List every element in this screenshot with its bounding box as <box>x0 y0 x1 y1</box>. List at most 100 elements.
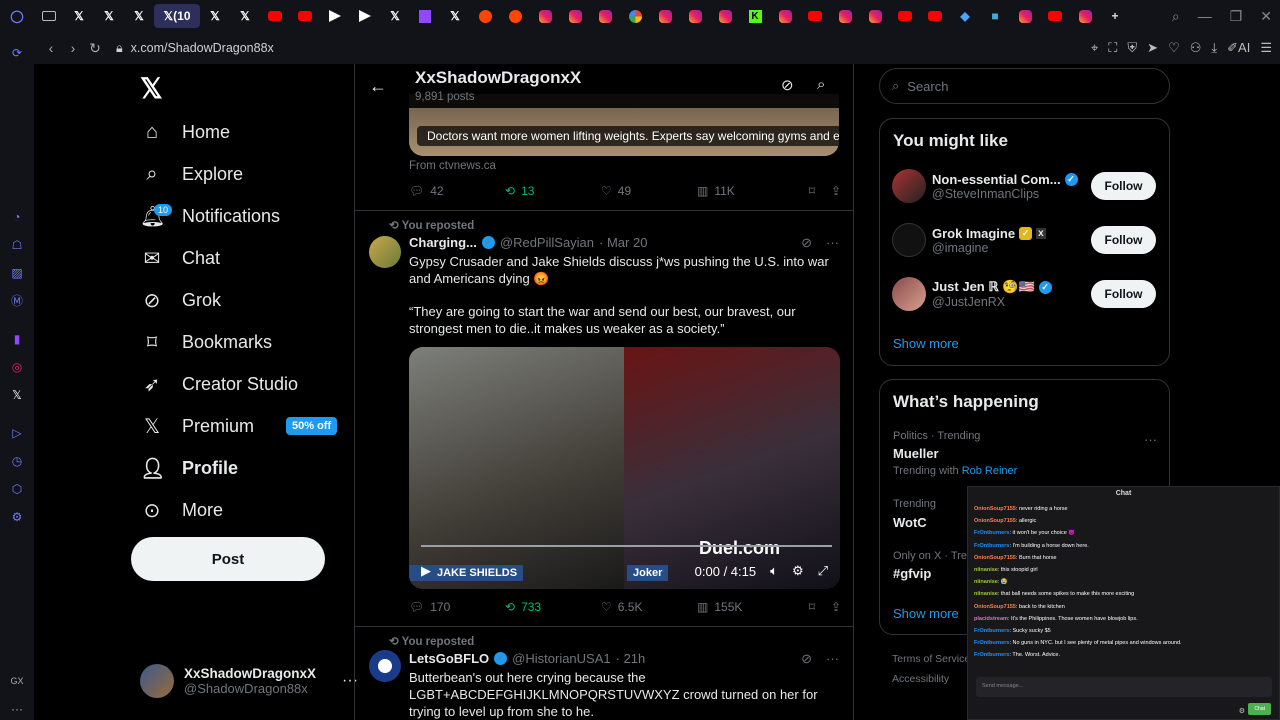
suggestion-item[interactable]: Grok Imagine ✓ x @imagine <box>892 223 1082 257</box>
tab-x[interactable]: 𝕏 <box>440 4 470 28</box>
gx-icon[interactable]: GX <box>10 674 24 688</box>
views-button[interactable]: ▥ 11K <box>697 184 793 198</box>
bookmark-icon[interactable]: ⌑ <box>809 184 815 198</box>
avatar[interactable] <box>369 236 401 268</box>
author-name[interactable]: Charging... <box>409 235 477 250</box>
video-progress-bar[interactable] <box>421 545 832 547</box>
tab-reddit[interactable] <box>500 4 530 28</box>
share-icon[interactable]: ⇪ <box>831 600 841 614</box>
tab-x[interactable]: 𝕏 <box>124 4 154 28</box>
tab-youtube[interactable] <box>290 4 320 28</box>
history-icon[interactable]: ◷ <box>10 454 24 468</box>
tab-instagram[interactable] <box>830 4 860 28</box>
heart-icon[interactable]: ♡ <box>1168 40 1180 56</box>
chat-username[interactable]: FrOntburners <box>974 530 1009 536</box>
tab-youtube[interactable] <box>920 4 950 28</box>
shield-icon[interactable]: ⛨ <box>1127 40 1137 56</box>
tab-instagram[interactable] <box>1070 4 1100 28</box>
tab-youtube[interactable] <box>1040 4 1070 28</box>
nav-creator-studio[interactable]: ➶ Creator Studio <box>140 364 298 404</box>
account-icon[interactable]: ⚇ <box>1190 40 1202 56</box>
reply-button[interactable]: 💬︎ 42 <box>409 184 505 198</box>
share-icon[interactable]: ⇪ <box>831 184 841 198</box>
rail-stripes-icon[interactable]: ▨ <box>10 266 24 280</box>
twitch-icon[interactable]: ▮ <box>10 332 24 346</box>
chat-username[interactable]: FrOntburners <box>974 640 1009 646</box>
fullscreen-icon[interactable]: ⤢ <box>818 563 828 579</box>
like-button[interactable]: ♡ 49 <box>601 184 697 198</box>
tab-kick[interactable]: K <box>740 4 770 28</box>
play-icon[interactable]: ▶ <box>421 563 431 579</box>
post-button[interactable]: Post <box>131 537 325 581</box>
chat-send-button[interactable]: Chat <box>1248 703 1271 715</box>
tab-mail[interactable] <box>34 4 64 28</box>
chat-username[interactable]: niinanise <box>974 591 998 597</box>
repost-button[interactable]: ⟲ 733 <box>505 600 601 614</box>
download-icon[interactable]: ⤓ <box>1211 40 1217 56</box>
forward-icon[interactable]: › <box>62 40 84 56</box>
nav-bookmarks[interactable]: ⌑ Bookmarks <box>140 322 272 362</box>
grok-icon[interactable]: ⊘ <box>801 651 812 667</box>
author-handle[interactable]: @HistorianUSA1 <box>512 651 610 666</box>
opera-gx-logo-icon[interactable]: ◯ <box>0 4 34 28</box>
show-more-link[interactable]: Show more <box>893 336 959 351</box>
suggestion-item[interactable]: Just Jen ℝ 🧐🇺🇸 ✓ @JustJenRX <box>892 277 1082 311</box>
player-icon[interactable]: ▷ <box>10 426 24 440</box>
nav-profile[interactable]: 👤︎ Profile <box>140 448 238 488</box>
more-horizontal-icon[interactable]: ··· <box>826 651 839 667</box>
tab-app[interactable]: ◆ <box>950 4 980 28</box>
chat-username[interactable]: FrOntburners <box>974 543 1009 549</box>
chat-username[interactable]: OnionSoup7155 <box>974 506 1016 512</box>
tab-app[interactable]: ■ <box>980 4 1010 28</box>
chat-username[interactable]: niinanise <box>974 579 998 585</box>
extensions-icon[interactable]: ⬡ <box>10 482 24 496</box>
tab-twitch[interactable] <box>410 4 440 28</box>
nav-more[interactable]: ⊙ More <box>140 490 223 530</box>
tab-instagram[interactable] <box>530 4 560 28</box>
tab-x-active[interactable]: 𝕏 (10 <box>154 4 200 28</box>
show-more-link[interactable]: Show more <box>893 606 959 621</box>
chat-username[interactable]: OnionSoup7155 <box>974 518 1016 524</box>
rail-clock-icon[interactable]: ◔ <box>10 210 24 224</box>
tab-red[interactable] <box>320 4 350 28</box>
x-icon[interactable]: 𝕏 <box>10 388 24 402</box>
views-button[interactable]: ▥ 155K <box>697 600 793 614</box>
chat-username[interactable]: FrOntburners <box>974 652 1009 658</box>
settings-icon[interactable]: ⚙ <box>792 563 804 579</box>
author-name[interactable]: LetsGoBFLO <box>409 651 489 666</box>
video-player[interactable]: Duel.com JAKE SHIELDS Joker ▶ 0:00 / 4:1… <box>409 347 840 589</box>
chat-username[interactable]: FrOntburners <box>974 628 1009 634</box>
tab-instagram[interactable] <box>590 4 620 28</box>
trend-related-link[interactable]: Rob Reiner <box>962 465 1018 477</box>
url-field[interactable]: 🔒︎ x.com/ShadowDragon88x <box>116 41 274 56</box>
avatar[interactable] <box>369 650 401 682</box>
follow-button[interactable]: Follow <box>1091 280 1156 308</box>
more-horizontal-icon[interactable]: ··· <box>826 235 839 251</box>
grok-icon[interactable]: ⊘ <box>781 76 794 94</box>
chat-username[interactable]: OnionSoup7155 <box>974 555 1016 561</box>
tab-youtube[interactable] <box>890 4 920 28</box>
tab-instagram[interactable] <box>560 4 590 28</box>
nav-home[interactable]: ⌂ Home <box>140 112 230 152</box>
instagram-icon[interactable]: ◎ <box>10 360 24 374</box>
settings-icon[interactable]: ⚙ <box>10 510 24 524</box>
send-icon[interactable]: ➤ <box>1147 40 1158 56</box>
x-logo-icon[interactable]: 𝕏 <box>140 72 163 105</box>
tab-google[interactable] <box>620 4 650 28</box>
nav-chat[interactable]: ✉ Chat <box>140 238 220 278</box>
reload-icon[interactable]: ↻ <box>84 40 106 57</box>
chat-input[interactable]: Send message... <box>976 677 1272 697</box>
grok-icon[interactable]: ⊘ <box>801 235 812 251</box>
trend-name[interactable]: Mueller <box>893 446 939 461</box>
back-arrow-icon[interactable]: ← <box>369 76 387 97</box>
settings-icon[interactable]: ⚙ <box>1239 707 1245 715</box>
link-source[interactable]: From ctvnews.ca <box>409 160 496 172</box>
menu-icon[interactable]: ☰ <box>1260 40 1272 56</box>
more-horizontal-icon[interactable]: ··· <box>1144 432 1157 447</box>
tab-youtube[interactable] <box>260 4 290 28</box>
chat-username[interactable]: niinanise <box>974 567 998 573</box>
follow-button[interactable]: Follow <box>1091 172 1156 200</box>
tab-reddit[interactable] <box>470 4 500 28</box>
more-icon[interactable]: ··· <box>10 702 24 716</box>
tab-instagram[interactable] <box>710 4 740 28</box>
